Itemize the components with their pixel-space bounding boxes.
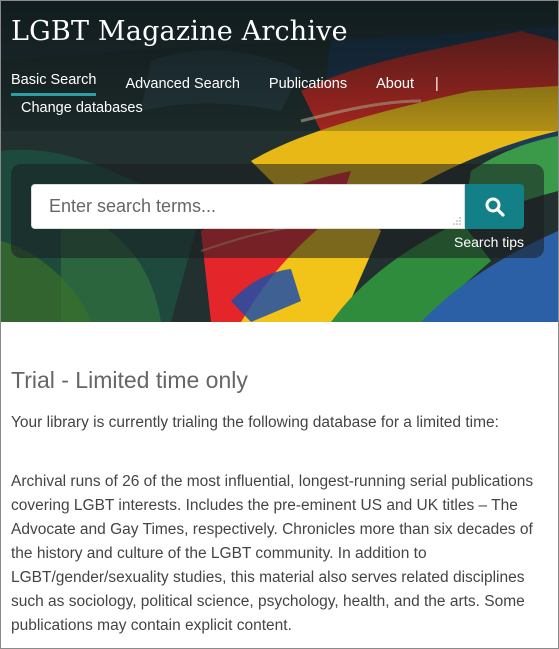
main-nav: Basic Search Advanced Search Publication… (11, 72, 551, 116)
search-input[interactable]: Enter search terms... (31, 184, 465, 229)
nav-separator: | (435, 76, 439, 92)
trial-description: Archival runs of 26 of the most influent… (11, 473, 534, 634)
trial-section: Trial - Limited time only Your library i… (11, 367, 551, 638)
search-placeholder: Enter search terms... (49, 196, 217, 216)
search-button[interactable] (465, 184, 524, 229)
hero-banner: LGBT Magazine Archive Basic Search Advan… (1, 1, 558, 322)
nav-advanced-search[interactable]: Advanced Search (125, 76, 239, 92)
trial-intro: Your library is currently trialing the f… (11, 414, 499, 431)
page-frame: LGBT Magazine Archive Basic Search Advan… (0, 0, 559, 649)
nav-about[interactable]: About (376, 76, 414, 92)
search-icon (485, 197, 505, 217)
nav-change-databases[interactable]: Change databases (21, 100, 143, 116)
search-tips-link[interactable]: Search tips (454, 234, 524, 250)
trial-heading: Trial - Limited time only (11, 367, 248, 393)
search-panel: Enter search terms... Search tips (11, 164, 544, 258)
nav-basic-search[interactable]: Basic Search (11, 72, 97, 96)
site-title[interactable]: LGBT Magazine Archive (11, 16, 348, 47)
nav-publications[interactable]: Publications (269, 76, 347, 92)
resize-grip-icon[interactable] (453, 217, 461, 225)
